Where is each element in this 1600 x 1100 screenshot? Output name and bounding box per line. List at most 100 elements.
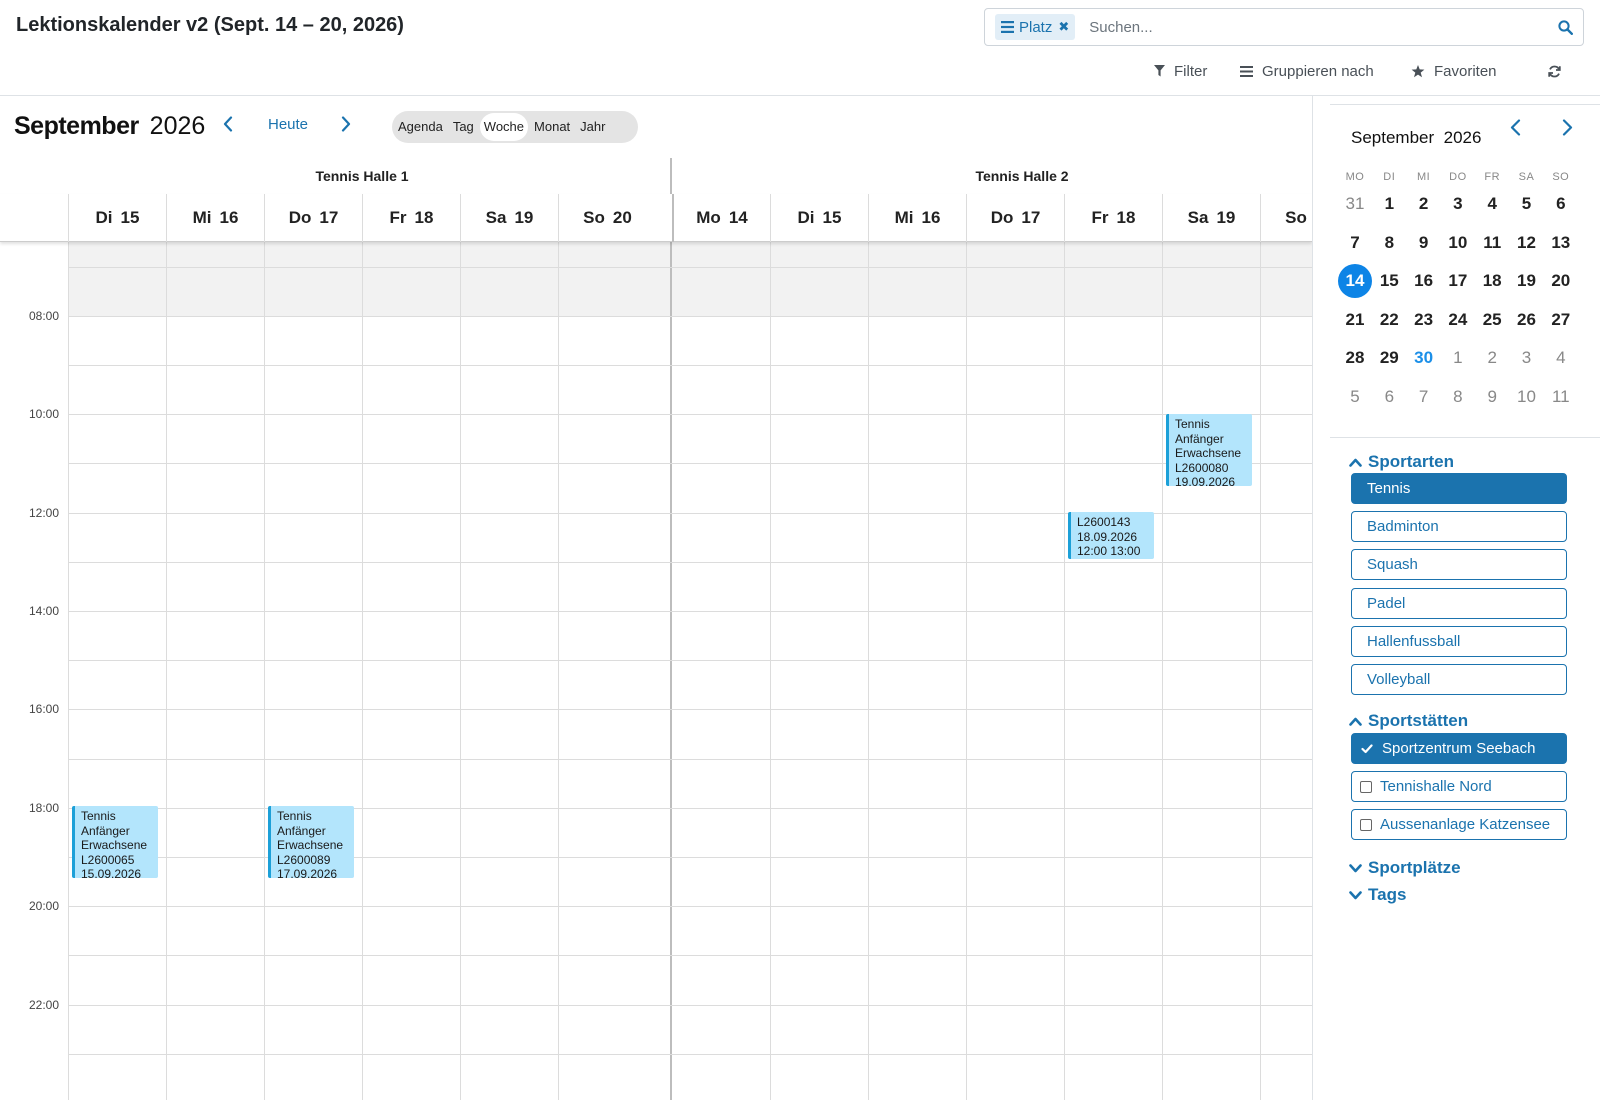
next-week-icon[interactable]: [336, 114, 356, 134]
calendar-event[interactable]: Tennis Anfänger Erwachsene L2600080 19.09.20…: [1166, 414, 1252, 486]
mini-calendar-day[interactable]: 26: [1510, 303, 1544, 337]
mini-calendar-day[interactable]: 10: [1510, 380, 1544, 414]
day-header[interactable]: Sa 19: [1162, 194, 1260, 242]
mini-calendar-day[interactable]: 25: [1475, 303, 1509, 337]
mini-weekday: FR: [1484, 171, 1501, 183]
mini-calendar-day[interactable]: 14: [1338, 264, 1372, 298]
filter-button[interactable]: Filter: [1154, 60, 1207, 82]
mini-prev-month-icon[interactable]: [1504, 116, 1526, 138]
mini-calendar-day[interactable]: 6: [1372, 380, 1406, 414]
filter-sportstaette-label: Tennishalle Nord: [1380, 778, 1492, 796]
mini-next-month-icon[interactable]: [1556, 116, 1578, 138]
day-header[interactable]: Mi 16: [868, 194, 966, 242]
day-header-number: 16: [219, 208, 239, 227]
search-input[interactable]: [1089, 12, 1547, 42]
mini-calendar-day[interactable]: 5: [1510, 187, 1544, 221]
filter-sportstaette[interactable]: Sportzentrum Seebach: [1351, 733, 1567, 764]
mini-calendar-day[interactable]: 2: [1475, 341, 1509, 375]
checkbox-icon[interactable]: [1360, 818, 1372, 831]
view-option-monat[interactable]: Monat: [530, 113, 574, 141]
filter-sportart-badminton[interactable]: Badminton: [1351, 511, 1567, 543]
filter-sportart-volleyball[interactable]: Volleyball: [1351, 664, 1567, 695]
search-facet[interactable]: Platz ✖: [995, 14, 1076, 40]
mini-calendar-day[interactable]: 21: [1338, 303, 1372, 337]
remove-facet-icon[interactable]: ✖: [1058, 19, 1069, 35]
search-bar[interactable]: Platz ✖: [984, 8, 1584, 46]
mini-calendar-day[interactable]: 28: [1338, 341, 1372, 375]
mini-calendar-day[interactable]: 5: [1338, 380, 1372, 414]
filter-sportstaette[interactable]: Tennishalle Nord: [1351, 771, 1567, 803]
mini-calendar-day[interactable]: 9: [1407, 226, 1441, 260]
mini-calendar-day[interactable]: 13: [1544, 226, 1578, 260]
mini-calendar-day[interactable]: 20: [1544, 264, 1578, 298]
group-by-button[interactable]: Gruppieren nach: [1240, 60, 1374, 82]
mini-calendar-day[interactable]: 8: [1441, 380, 1475, 414]
mini-calendar-day[interactable]: 11: [1544, 380, 1578, 414]
mini-calendar-day[interactable]: 12: [1510, 226, 1544, 260]
refresh-button[interactable]: [1548, 60, 1570, 82]
checkbox-icon[interactable]: [1360, 780, 1372, 793]
day-header[interactable]: Fr 18: [362, 194, 460, 242]
side-divider: [1330, 437, 1600, 438]
mini-calendar-day[interactable]: 19: [1510, 264, 1544, 298]
day-header[interactable]: Mi 16: [166, 194, 264, 242]
view-option-woche[interactable]: Woche: [479, 113, 529, 141]
section-tags-toggle[interactable]: Tags: [1349, 885, 1406, 905]
day-header[interactable]: Di 15: [770, 194, 868, 242]
search-icon[interactable]: [1547, 9, 1583, 45]
filter-sportart-hallenfussball[interactable]: Hallenfussball: [1351, 625, 1567, 657]
section-sportstaetten-toggle[interactable]: Sportstätten: [1349, 711, 1468, 731]
day-header[interactable]: So20: [1260, 194, 1312, 242]
prev-week-icon[interactable]: [218, 114, 238, 134]
mini-calendar-day[interactable]: 18: [1475, 264, 1509, 298]
grid-hline: [68, 906, 1312, 908]
day-header[interactable]: Do 17: [966, 194, 1064, 242]
day-header[interactable]: Fr 18: [1064, 194, 1162, 242]
day-header[interactable]: Di 15: [68, 194, 166, 242]
mini-calendar-day[interactable]: 23: [1407, 303, 1441, 337]
hall-header-row: Tennis Halle 1 Tennis Halle 2: [0, 158, 1312, 194]
mini-calendar-day[interactable]: 3: [1441, 187, 1475, 221]
favorites-button[interactable]: Favoriten: [1411, 60, 1497, 82]
mini-calendar-day[interactable]: 31: [1338, 187, 1372, 221]
day-header[interactable]: Sa 19: [460, 194, 558, 242]
mini-calendar-day[interactable]: 1: [1372, 187, 1406, 221]
section-sportplaetze-toggle[interactable]: Sportplätze: [1349, 858, 1461, 878]
calendar-event[interactable]: L2600143 18.09.2026 12:00 13:00: [1068, 512, 1154, 559]
mini-calendar-day[interactable]: 3: [1510, 341, 1544, 375]
day-header[interactable]: So20: [558, 194, 656, 242]
mini-calendar-day[interactable]: 7: [1407, 380, 1441, 414]
mini-calendar-day[interactable]: 10: [1441, 226, 1475, 260]
mini-calendar-day[interactable]: 17: [1441, 264, 1475, 298]
mini-calendar-day[interactable]: 22: [1372, 303, 1406, 337]
today-button[interactable]: Heute: [268, 116, 308, 133]
view-option-tag[interactable]: Tag: [449, 113, 478, 141]
filter-sportart-squash[interactable]: Squash: [1351, 549, 1567, 581]
section-sportarten-toggle[interactable]: Sportarten: [1349, 452, 1454, 472]
mini-calendar-day[interactable]: 2: [1407, 187, 1441, 221]
mini-calendar-day[interactable]: 24: [1441, 303, 1475, 337]
calendar-event[interactable]: Tennis Anfänger Erwachsene L2600089 17.09.20…: [268, 806, 354, 878]
day-header[interactable]: Do 17: [264, 194, 362, 242]
mini-calendar-day[interactable]: 8: [1372, 226, 1406, 260]
mini-calendar-day[interactable]: 11: [1475, 226, 1509, 260]
mini-calendar-day[interactable]: 15: [1372, 264, 1406, 298]
mini-calendar-day[interactable]: 9: [1475, 380, 1509, 414]
filter-sportart-padel[interactable]: Padel: [1351, 587, 1567, 619]
mini-calendar-day[interactable]: 29: [1372, 341, 1406, 375]
filter-sportstaette[interactable]: Aussenanlage Katzensee: [1351, 809, 1567, 841]
view-option-agenda[interactable]: Agenda: [394, 113, 447, 141]
day-header[interactable]: Mo 14: [672, 194, 770, 242]
view-option-jahr[interactable]: Jahr: [576, 113, 609, 141]
calendar-event[interactable]: Tennis Anfänger Erwachsene L2600065 15.09.20…: [72, 806, 158, 878]
mini-calendar-day[interactable]: 6: [1544, 187, 1578, 221]
mini-calendar-day[interactable]: 16: [1407, 264, 1441, 298]
filter-icon: [1154, 65, 1165, 77]
mini-calendar-day[interactable]: 4: [1544, 341, 1578, 375]
mini-calendar-day[interactable]: 30: [1407, 341, 1441, 375]
mini-calendar-day[interactable]: 27: [1544, 303, 1578, 337]
filter-sportart-tennis[interactable]: Tennis: [1351, 473, 1567, 504]
mini-calendar-day[interactable]: 7: [1338, 226, 1372, 260]
mini-calendar-day[interactable]: 1: [1441, 341, 1475, 375]
mini-calendar-day[interactable]: 4: [1475, 187, 1509, 221]
